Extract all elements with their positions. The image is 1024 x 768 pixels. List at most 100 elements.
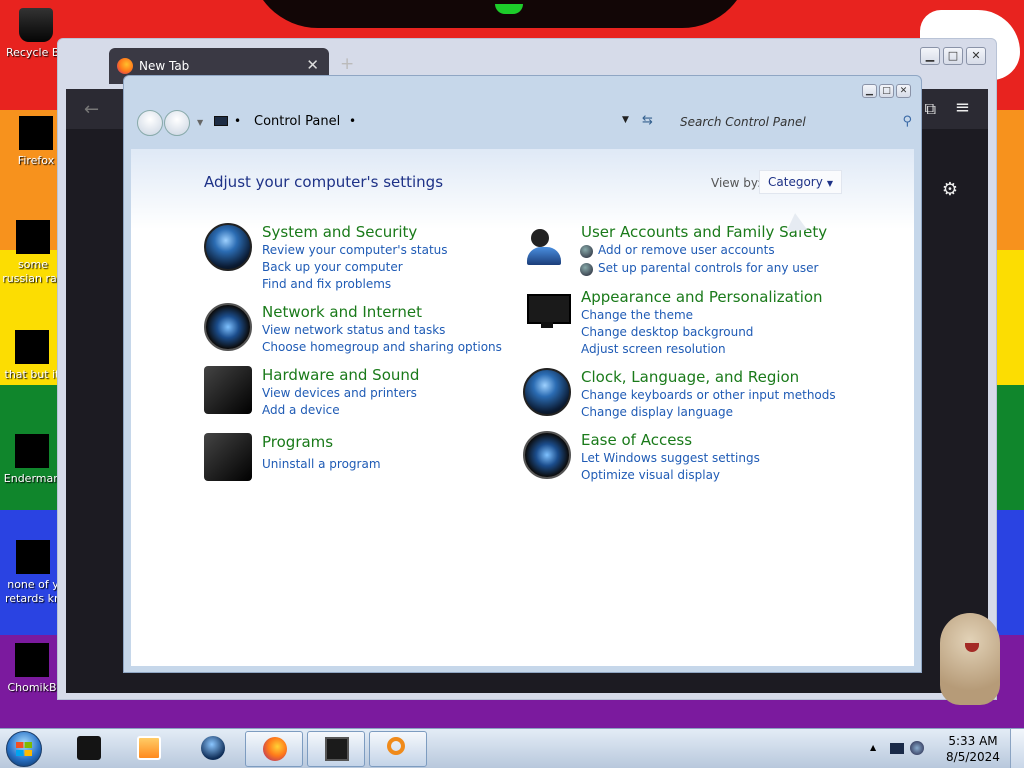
category-link[interactable]: View network status and tasks (262, 323, 445, 337)
close-button[interactable]: ✕ (966, 47, 986, 65)
clock-time: 5:33 AM (948, 734, 998, 748)
category-title[interactable]: Programs (262, 433, 333, 451)
category-link[interactable]: Review your computer's status (262, 243, 448, 257)
show-hidden-icons-arrow-icon[interactable]: ▲ (870, 743, 876, 752)
address-history-arrow-icon[interactable]: ▼ (622, 115, 629, 125)
breadcrumb-separator[interactable]: • (234, 114, 241, 128)
enderman-icon (15, 434, 49, 468)
magnifier-icon (387, 737, 405, 755)
refresh-icon[interactable]: ⇆ (642, 113, 653, 128)
category-link[interactable]: Add a device (262, 403, 340, 417)
shield-icon (580, 263, 593, 276)
cp-close-button[interactable]: ✕ (896, 84, 911, 98)
start-button[interactable] (6, 731, 42, 767)
maximize-button[interactable]: □ (943, 47, 963, 65)
page-title: Adjust your computer's settings (204, 173, 444, 191)
breadcrumb-separator[interactable]: • (349, 114, 356, 128)
category-title[interactable]: Clock, Language, and Region (581, 368, 799, 386)
breadcrumb[interactable]: Control Panel (254, 114, 340, 129)
category-network-internet: Network and Internet View network status… (204, 303, 504, 355)
category-link[interactable]: Optimize visual display (581, 468, 720, 482)
search-input[interactable]: Search Control Panel ⚲ (672, 109, 918, 135)
shield-icon (580, 245, 593, 258)
cp-minimize-button[interactable]: ▁ (862, 84, 877, 98)
cp-maximize-button[interactable]: □ (879, 84, 894, 98)
search-placeholder: Search Control Panel (680, 115, 806, 129)
windows-logo-icon (16, 742, 32, 756)
category-link[interactable]: Choose homegroup and sharing options (262, 340, 502, 354)
cp-window-controls: ▁ □ ✕ (862, 84, 911, 98)
category-title[interactable]: Network and Internet (262, 303, 422, 321)
security-globe-icon (204, 223, 252, 271)
taskbar-search-app[interactable] (369, 731, 427, 767)
monitor-app-icon (325, 737, 349, 761)
category-link[interactable]: Let Windows suggest settings (581, 451, 760, 465)
desktop-icon-chomikb[interactable]: ChomikB (2, 643, 62, 695)
taskbar-monitor-app[interactable] (307, 731, 365, 767)
desktop-icon-label: some russian ran a ra (2, 258, 64, 285)
search-icon[interactable]: ⚲ (902, 114, 912, 129)
desktop-icon-enderman[interactable]: Enderman (2, 434, 62, 486)
network-icon[interactable] (890, 743, 904, 754)
volume-icon[interactable] (910, 741, 924, 755)
show-desktop-button[interactable] (1010, 729, 1024, 768)
address-bar: ▼ • Control Panel • ▼ ⇆ Search Control P… (132, 104, 915, 148)
desktop-icon-label: ChomikB (7, 681, 57, 694)
taskbar-globe-app[interactable] (184, 731, 242, 767)
top-black-shape (250, 0, 750, 28)
category-link[interactable]: Set up parental controls for any user (598, 261, 818, 275)
category-link[interactable]: Change display language (581, 405, 733, 419)
category-link[interactable]: Change desktop background (581, 325, 753, 339)
desktop-icon-some-russian[interactable]: some russian ran a ra (2, 220, 64, 286)
desktop-icon-label: that but it (4, 368, 60, 381)
taskbar-media-player[interactable] (120, 731, 178, 767)
monitor-icon (523, 288, 571, 336)
tab-title: New Tab (139, 59, 190, 73)
control-panel-icon (214, 116, 228, 126)
menu-button[interactable]: ≡ (955, 97, 970, 118)
clock[interactable]: 5:33 AM 8/5/2024 (940, 733, 1006, 765)
close-tab-icon[interactable]: ✕ (306, 56, 319, 74)
recent-pages-arrow-icon[interactable]: ▼ (197, 118, 203, 127)
category-title[interactable]: Ease of Access (581, 431, 692, 449)
extensions-icon[interactable]: ⧉ (925, 99, 936, 119)
forward-button[interactable] (164, 110, 190, 136)
desktop-icon-none-of-y[interactable]: none of y retards kn (2, 540, 64, 606)
firefox-icon (19, 116, 53, 150)
firefox-icon (263, 737, 287, 761)
hamster-mascot (935, 605, 1005, 705)
desktop-icon-that-but-it[interactable]: that but it (2, 330, 62, 382)
users-icon (523, 223, 571, 271)
system-tray: ▲ (862, 729, 932, 768)
category-link[interactable]: Change the theme (581, 308, 693, 322)
back-button[interactable]: ← (84, 99, 99, 120)
chevron-down-icon: ▼ (826, 179, 833, 188)
category-link[interactable]: Find and fix problems (262, 277, 391, 291)
category-link[interactable]: Back up your computer (262, 260, 403, 274)
media-player-icon (137, 736, 161, 760)
gear-icon[interactable]: ⚙ (942, 179, 958, 200)
category-title[interactable]: Hardware and Sound (262, 366, 419, 384)
view-by-dropdown[interactable]: Category ▼ (759, 170, 842, 194)
back-button[interactable] (137, 110, 163, 136)
new-tab-button[interactable]: + (340, 54, 354, 74)
minimize-button[interactable]: ▁ (920, 47, 940, 65)
desktop-icon-label: none of y retards kn (5, 578, 61, 605)
control-panel-window[interactable]: ▁ □ ✕ ▼ • Control Panel • ▼ ⇆ Search Con… (123, 75, 922, 673)
category-link[interactable]: Adjust screen resolution (581, 342, 726, 356)
category-hardware-sound: Hardware and Sound View devices and prin… (204, 366, 484, 418)
network-globe-icon (204, 303, 252, 351)
category-title[interactable]: System and Security (262, 223, 417, 241)
category-title[interactable]: Appearance and Personalization (581, 288, 823, 306)
taskbar-firefox[interactable] (245, 731, 303, 767)
category-link[interactable]: Add or remove user accounts (598, 243, 775, 257)
taskbar-black-square-app[interactable] (60, 731, 118, 767)
category-programs: Programs Uninstall a program (204, 433, 484, 481)
category-clock-language: Clock, Language, and Region Change keybo… (523, 368, 903, 420)
category-link[interactable]: Change keyboards or other input methods (581, 388, 836, 402)
category-link[interactable]: Uninstall a program (262, 457, 381, 471)
category-system-security: System and Security Review your computer… (204, 223, 484, 291)
category-ease-of-access: Ease of Access Let Windows suggest setti… (523, 431, 903, 483)
programs-box-icon (204, 433, 252, 481)
category-link[interactable]: View devices and printers (262, 386, 417, 400)
